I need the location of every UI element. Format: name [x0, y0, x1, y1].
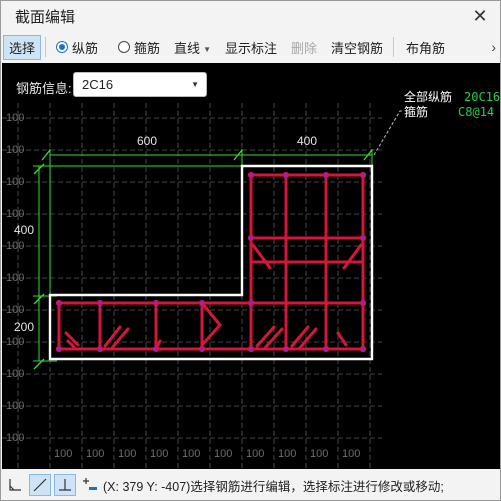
- section-drawing: 100 100 100 100 100 100 100 100 100 100 100 100 100 1…: [2, 103, 402, 469]
- window-title: 截面编辑: [15, 8, 76, 26]
- select-button[interactable]: 选择: [3, 34, 42, 60]
- grid-label: 100: [182, 448, 200, 460]
- rebar-point[interactable]: [322, 345, 330, 353]
- grid-labels: 100 100 100 100 100 100 100 100 100 100 100 100 100 1…: [6, 112, 360, 460]
- grid-label: 100: [6, 336, 24, 348]
- radio-checked-icon: [56, 41, 69, 53]
- rebar-point[interactable]: [247, 345, 255, 353]
- line-label: 直线: [174, 40, 201, 56]
- rebar-point[interactable]: [359, 345, 367, 353]
- dim-left-upper[interactable]: 400: [14, 223, 34, 237]
- rebar-point[interactable]: [359, 234, 367, 242]
- dim-left-lower[interactable]: 200: [14, 320, 34, 334]
- chevron-right-icon[interactable]: ›: [491, 39, 496, 55]
- close-icon[interactable]: ✕: [470, 6, 490, 26]
- rebar-info-select[interactable]: 2C16 ▼: [73, 72, 207, 97]
- grid-label: 100: [278, 448, 296, 460]
- clear-rebar-button[interactable]: 清空钢筋: [325, 35, 389, 60]
- line-dropdown[interactable]: 直线 ▼: [168, 35, 217, 60]
- grid-label: 100: [86, 448, 104, 460]
- chevron-down-icon: ▼: [191, 80, 199, 89]
- grid-label: 100: [6, 208, 24, 220]
- grid-label: 100: [6, 272, 24, 284]
- grid-label: 100: [54, 448, 72, 460]
- status-text: (X: 379 Y: -407)选择钢筋进行编辑，选择标注进行修改或移动;: [103, 479, 444, 494]
- diagonal-line-icon[interactable]: [29, 474, 51, 496]
- rebar-point[interactable]: [282, 171, 290, 179]
- grid-label: 100: [6, 368, 24, 380]
- rebar-legend: 全部纵筋 20C16 箍筋 C8@14: [404, 90, 500, 120]
- status-bar: (X: 379 Y: -407)选择钢筋进行编辑，选择标注进行修改或移动;: [1, 470, 500, 500]
- toolbar-divider: [45, 37, 47, 57]
- grid-label: 100: [6, 112, 24, 124]
- legend-longitudinal-label: 全部纵筋: [404, 90, 453, 104]
- grid-label: 100: [6, 432, 24, 444]
- rebar-point[interactable]: [55, 299, 63, 307]
- stirrup-radio[interactable]: 箍筋: [112, 35, 166, 60]
- grid-label: 100: [214, 448, 232, 460]
- rebar-point[interactable]: [359, 171, 367, 179]
- grid-label: 100: [118, 448, 136, 460]
- grid-label: 100: [246, 448, 264, 460]
- rebar-info-label: 钢筋信息:: [16, 81, 72, 96]
- grid-label: 100: [342, 448, 360, 460]
- rebar-point[interactable]: [152, 299, 160, 307]
- delete-button[interactable]: 删除: [285, 35, 323, 60]
- grid-label: 100: [310, 448, 328, 460]
- grid-label: 100: [150, 448, 168, 460]
- longitudinal-label: 纵筋: [72, 40, 99, 56]
- show-dims-button[interactable]: 显示标注: [219, 35, 283, 60]
- rebar-point[interactable]: [359, 299, 367, 307]
- title-bar: 截面编辑 ✕: [1, 1, 500, 31]
- rebar-point[interactable]: [96, 299, 104, 307]
- grid-label: 100: [6, 304, 24, 316]
- toolbar-divider: [393, 37, 395, 57]
- dim-top-right[interactable]: 400: [297, 134, 317, 148]
- rebar-point[interactable]: [55, 345, 63, 353]
- legend-longitudinal-value: 20C16: [464, 90, 500, 104]
- toolbar: 选择 纵筋 箍筋 直线 ▼ 显示标注 删除 清空钢筋 布角筋 ›: [1, 32, 500, 62]
- rebar-point[interactable]: [96, 345, 104, 353]
- legend-stirrup-label: 箍筋: [404, 105, 429, 119]
- rebar-point[interactable]: [152, 345, 160, 353]
- chevron-down-icon: ▼: [203, 44, 211, 54]
- rebar-point[interactable]: [247, 234, 255, 242]
- rebar-point[interactable]: [247, 299, 255, 307]
- perpendicular-icon[interactable]: [54, 474, 76, 496]
- dim-top-left[interactable]: 600: [137, 134, 157, 148]
- rebar-info-value: 2C16: [82, 77, 114, 92]
- stirrups[interactable]: [57, 173, 365, 351]
- rebar-point[interactable]: [198, 345, 206, 353]
- rebar-point[interactable]: [247, 171, 255, 179]
- longitudinal-radio[interactable]: 纵筋: [50, 35, 104, 60]
- section-edit-window: 截面编辑 ✕ 选择 纵筋 箍筋 直线 ▼ 显示标注 删除 清空钢筋 布角筋 › 1…: [0, 0, 501, 501]
- stirrup-label: 箍筋: [134, 40, 161, 56]
- rebar-point[interactable]: [282, 345, 290, 353]
- corner-rebar-button[interactable]: 布角筋: [400, 35, 451, 60]
- radio-unchecked-icon: [118, 41, 131, 53]
- add-remove-icon[interactable]: [79, 474, 101, 496]
- section-canvas[interactable]: 100 100 100 100 100 100 100 100 100 100 100 100 100 1…: [2, 63, 500, 469]
- rebar-point[interactable]: [198, 299, 206, 307]
- grid-label: 100: [6, 144, 24, 156]
- grid-label: 100: [6, 400, 24, 412]
- grid-label: 100: [6, 240, 24, 252]
- grid-label: 100: [6, 176, 24, 188]
- rebar-point[interactable]: [322, 171, 330, 179]
- legend-stirrup-value: C8@14: [458, 105, 495, 119]
- legend-row-longitudinal: 全部纵筋 20C16: [404, 90, 500, 105]
- angle-snap-icon[interactable]: [4, 474, 26, 496]
- legend-row-stirrup: 箍筋 C8@14: [404, 105, 500, 120]
